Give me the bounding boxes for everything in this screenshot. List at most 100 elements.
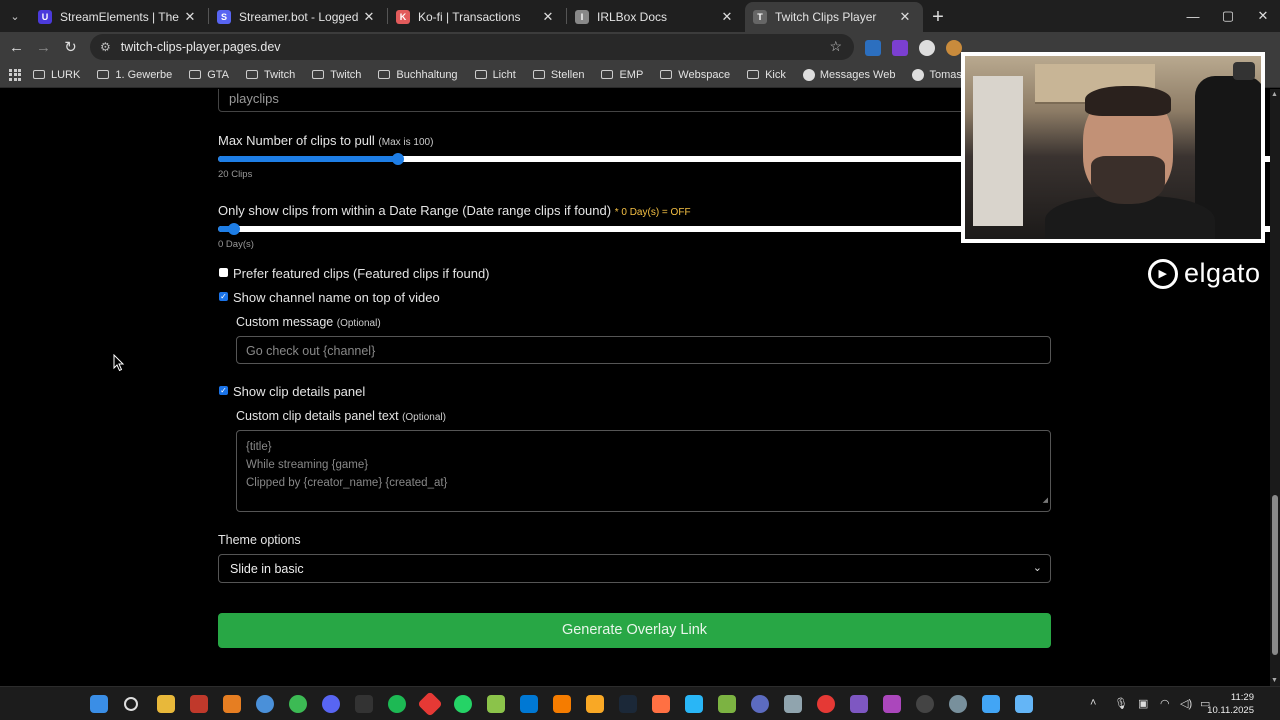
bookmark-folder[interactable]: Twitch <box>312 69 361 81</box>
app-icon[interactable] <box>982 695 1000 713</box>
tab-close-icon[interactable]: ✕ <box>897 9 913 25</box>
tab-search-chevron-icon[interactable]: ⌄ <box>0 0 30 32</box>
folder-icon <box>601 70 614 79</box>
chrome-icon[interactable] <box>256 695 274 713</box>
discord-icon[interactable] <box>322 695 340 713</box>
bookmark-folder[interactable]: Twitch <box>246 69 295 81</box>
notepad-icon[interactable] <box>1015 695 1033 713</box>
address-bar[interactable]: ⚙ twitch-clips-player.pages.dev ☆ <box>90 34 854 60</box>
taskbar: ˄ 🎙 ▣ ◠ ◁) ▭ 11:29 10.11.2025 <box>0 686 1280 720</box>
bookmark-link[interactable]: Messages Web <box>802 68 896 81</box>
custom-message-input[interactable]: Go check out {channel} <box>236 336 1051 364</box>
rockstar-icon[interactable] <box>586 695 604 713</box>
back-icon[interactable]: ← <box>3 34 30 61</box>
microphone-icon[interactable]: 🎙 <box>1114 697 1128 710</box>
reload-icon[interactable]: ↻ <box>57 34 84 61</box>
site-info-icon[interactable]: ⚙ <box>100 40 111 54</box>
app-icon[interactable] <box>751 695 769 713</box>
extension-icon[interactable] <box>919 40 935 56</box>
extension-icon[interactable] <box>892 40 908 56</box>
window-close-icon[interactable]: ✕ <box>1246 0 1280 32</box>
bookmark-folder[interactable]: 1. Gewerbe <box>97 69 172 81</box>
wifi-icon[interactable]: ◠ <box>1160 697 1170 710</box>
browser-tab[interactable]: S Streamer.bot - Logged In ✕ <box>209 2 387 32</box>
details-text-label: Custom clip details panel text (Optional… <box>236 409 446 423</box>
app-icon[interactable] <box>916 695 934 713</box>
app-icon[interactable] <box>718 695 736 713</box>
featured-checkbox[interactable] <box>219 268 228 277</box>
app-icon[interactable] <box>784 695 802 713</box>
epic-games-icon[interactable] <box>355 695 373 713</box>
windows-start-icon[interactable] <box>90 695 108 713</box>
scroll-up-icon[interactable]: ▲ <box>1271 91 1278 98</box>
bookmark-folder[interactable]: Licht <box>474 69 516 81</box>
browser-tab[interactable]: I IRLBox Docs ✕ <box>567 2 745 32</box>
scroll-down-icon[interactable]: ▼ <box>1271 677 1278 684</box>
bookmark-folder[interactable]: EMP <box>601 69 643 81</box>
tab-favicon-icon: S <box>217 10 231 24</box>
tab-close-icon[interactable]: ✕ <box>540 9 556 25</box>
details-textarea[interactable]: {title} While streaming {game} Clipped b… <box>236 430 1051 512</box>
forward-icon[interactable]: → <box>30 34 57 61</box>
app-icon[interactable] <box>850 695 868 713</box>
bookmark-folder[interactable]: Webspace <box>660 69 730 81</box>
whatsapp-icon[interactable] <box>454 695 472 713</box>
tab-close-icon[interactable]: ✕ <box>182 9 198 25</box>
filezilla-icon[interactable] <box>190 695 208 713</box>
notepad-plus-icon[interactable] <box>487 695 505 713</box>
minimize-icon[interactable]: — <box>1176 0 1210 32</box>
show-details-label: Show clip details panel <box>233 384 366 399</box>
search-icon[interactable] <box>124 697 138 711</box>
bookmark-folder[interactable]: GTA <box>189 69 229 81</box>
bookmark-label: Buchhaltung <box>396 68 458 81</box>
tray-app-icon[interactable]: ▣ <box>1138 697 1148 710</box>
apps-grid-icon[interactable] <box>9 68 21 81</box>
app-icon[interactable] <box>553 695 571 713</box>
extension-icon[interactable] <box>865 40 881 56</box>
date-range-value: 0 Day(s) <box>218 239 254 250</box>
tray-chevron-up-icon[interactable]: ˄ <box>1090 697 1096 709</box>
steam-icon[interactable] <box>619 695 637 713</box>
slider-thumb[interactable] <box>228 223 240 235</box>
tab-favicon-icon: T <box>753 10 767 24</box>
page-scrollbar[interactable]: ▲ ▼ <box>1270 89 1280 686</box>
extension-icon[interactable] <box>946 40 962 56</box>
app-icon[interactable] <box>685 695 703 713</box>
settings-gear-icon[interactable] <box>949 695 967 713</box>
clock-time: 11:29 <box>1230 692 1254 703</box>
volume-icon[interactable]: ◁) <box>1180 697 1192 710</box>
app-icon[interactable] <box>652 695 670 713</box>
browser-tab[interactable]: K Ko-fi | Transactions ✕ <box>388 2 566 32</box>
app-icon[interactable] <box>817 695 835 713</box>
bookmark-star-icon[interactable]: ☆ <box>829 38 842 55</box>
bookmark-folder[interactable]: Buchhaltung <box>378 68 458 81</box>
folder-icon <box>660 70 673 79</box>
file-explorer-icon[interactable] <box>157 695 175 713</box>
maximize-icon[interactable]: ▢ <box>1211 0 1245 32</box>
chrome-profile-icon[interactable] <box>289 695 307 713</box>
show-details-checkbox[interactable]: ✓ <box>219 386 228 395</box>
tab-close-icon[interactable]: ✕ <box>361 9 377 25</box>
vscode-icon[interactable] <box>520 695 538 713</box>
browser-tab[interactable]: T Twitch Clips Player ✕ <box>745 2 923 32</box>
bookmark-folder[interactable]: LURK <box>33 69 80 81</box>
channel-input[interactable]: playclips <box>218 89 1051 112</box>
show-channel-checkbox[interactable]: ✓ <box>219 292 228 301</box>
new-tab-button[interactable]: + <box>923 2 953 32</box>
bookmark-folder[interactable]: Stellen <box>532 69 584 81</box>
folder-icon <box>246 70 259 79</box>
theme-select[interactable]: Slide in basic ⌄ <box>218 554 1051 583</box>
slider-thumb[interactable] <box>392 153 404 165</box>
resize-handle-icon[interactable]: ◢ <box>1043 492 1048 510</box>
app-icon[interactable] <box>417 691 443 717</box>
spotify-icon[interactable] <box>388 695 406 713</box>
vlc-icon[interactable] <box>223 695 241 713</box>
system-clock[interactable]: 11:29 10.11.2025 <box>1207 691 1254 717</box>
generate-overlay-button[interactable]: Generate Overlay Link <box>218 613 1051 648</box>
scrollbar-thumb[interactable] <box>1272 495 1278 655</box>
bookmark-label: Messages Web <box>819 68 896 81</box>
bookmark-folder[interactable]: Kick <box>747 69 786 81</box>
tab-close-icon[interactable]: ✕ <box>719 9 735 25</box>
app-icon[interactable] <box>883 695 901 713</box>
browser-tab[interactable]: U StreamElements | The Ultimate✕ <box>30 2 208 32</box>
